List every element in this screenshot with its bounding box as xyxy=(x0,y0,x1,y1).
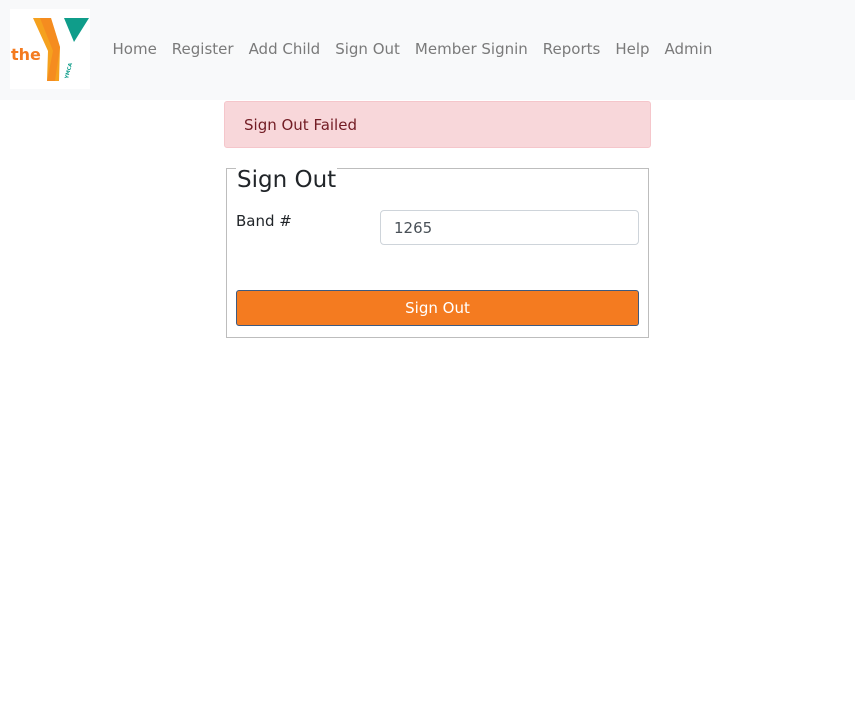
ymca-logo[interactable]: the YMCA xyxy=(10,9,90,89)
nav-reports[interactable]: Reports xyxy=(535,39,608,59)
nav-help[interactable]: Help xyxy=(608,39,657,59)
nav-admin[interactable]: Admin xyxy=(657,39,720,59)
error-alert: Sign Out Failed xyxy=(224,101,651,148)
sign-out-button[interactable]: Sign Out xyxy=(236,290,639,326)
band-input[interactable] xyxy=(380,210,639,245)
nav-member-signin[interactable]: Member Signin xyxy=(407,39,535,59)
nav-sign-out[interactable]: Sign Out xyxy=(328,39,408,59)
nav-home[interactable]: Home xyxy=(105,39,164,59)
navbar: the YMCA Home Register Add Child Sign Ou… xyxy=(0,0,855,100)
nav-register[interactable]: Register xyxy=(164,39,241,59)
form-legend: Sign Out xyxy=(236,166,338,194)
alert-message: Sign Out Failed xyxy=(244,116,357,134)
band-label: Band # xyxy=(236,212,292,230)
svg-text:the: the xyxy=(11,45,41,64)
nav-add-child[interactable]: Add Child xyxy=(241,39,328,59)
svg-text:YMCA: YMCA xyxy=(64,62,74,80)
main-nav: Home Register Add Child Sign Out Member … xyxy=(105,39,720,59)
ymca-y-logo-icon: the YMCA xyxy=(11,18,89,81)
